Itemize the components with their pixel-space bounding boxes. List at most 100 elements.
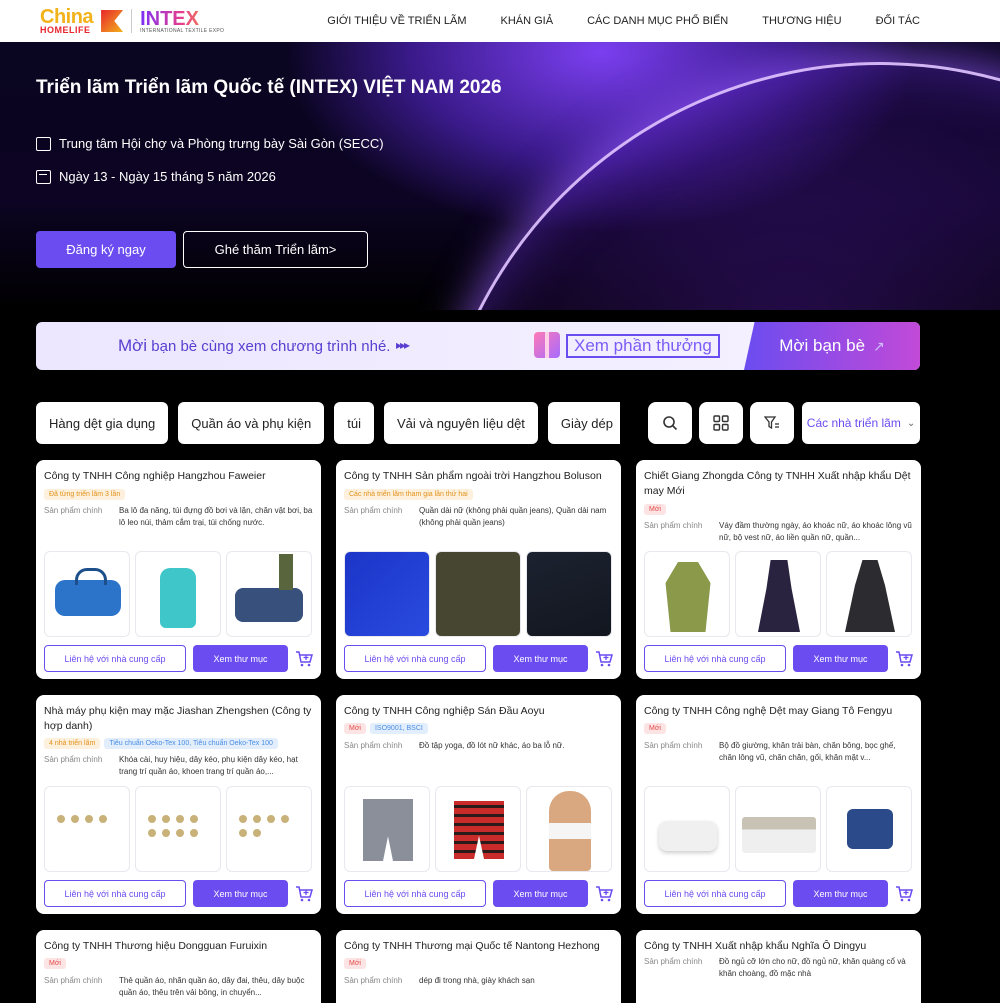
view-catalog-button[interactable]: Xem thư mục	[793, 645, 888, 672]
contact-supplier-button[interactable]: Liên hệ với nhà cung cấp	[644, 880, 786, 907]
certification-tag: ISO9001, BSCI	[369, 723, 428, 734]
filter-chip-shoes[interactable]: Giày dép	[547, 402, 620, 444]
event-date: Ngày 13 - Ngày 15 tháng 5 năm 2026	[59, 169, 276, 184]
view-catalog-button[interactable]: Xem thư mục	[493, 645, 588, 672]
add-to-cart-icon[interactable]	[595, 885, 613, 903]
filter-button[interactable]	[750, 402, 794, 444]
grid-view-icon	[713, 415, 729, 431]
product-image[interactable]	[735, 786, 821, 872]
view-catalog-button[interactable]: Xem thư mục	[793, 880, 888, 907]
view-catalog-button[interactable]: Xem thư mục	[493, 880, 588, 907]
product-image[interactable]	[135, 786, 221, 872]
event-venue: Trung tâm Hội chợ và Phòng trưng bày Sài…	[59, 136, 384, 151]
product-image[interactable]	[135, 551, 221, 637]
add-to-cart-icon[interactable]	[295, 885, 313, 903]
product-image[interactable]	[526, 551, 612, 637]
main-products-label: Sản phẩm chính	[44, 506, 103, 515]
supplier-card: Công ty TNHH Sản phẩm ngoài trời Hangzho…	[336, 460, 621, 679]
nav-categories[interactable]: CÁC DANH MỤC PHỔ BIẾN	[587, 15, 728, 27]
nav-about[interactable]: GIỚI THIỆU VỀ TRIỂN LÃM	[327, 15, 466, 27]
nav-visitors[interactable]: KHÁN GIẢ	[500, 15, 553, 27]
main-products-text: Bộ đồ giường, khăn trải bàn, chăn bông, …	[719, 741, 896, 762]
share-arrow-icon: ↗	[873, 337, 885, 354]
filter-chip-apparel[interactable]: Quần áo và phụ kiện	[178, 402, 325, 444]
filter-chip-fabrics[interactable]: Vải và nguyên liệu dệt	[383, 402, 538, 444]
supplier-name[interactable]: Công ty TNHH Thương hiệu Dongguan Furuix…	[44, 939, 313, 954]
add-to-cart-icon[interactable]	[895, 885, 913, 903]
view-catalog-button[interactable]: Xem thư mục	[193, 645, 288, 672]
logo-china-text: China	[40, 6, 94, 28]
filter-chip-home-textiles[interactable]: Hàng dệt gia dụng	[36, 402, 169, 444]
add-to-cart-icon[interactable]	[295, 650, 313, 668]
product-image[interactable]	[644, 786, 730, 872]
contact-supplier-button[interactable]: Liên hệ với nhà cung cấp	[344, 645, 486, 672]
product-thumbnails	[44, 551, 312, 637]
invite-friends-button[interactable]: Mời bạn bè ↗	[744, 322, 920, 370]
supplier-card: Nhà máy phụ kiện may mặc Jiashan Zhengsh…	[36, 695, 321, 914]
chevron-down-icon: ⌄	[906, 417, 916, 429]
add-to-cart-icon[interactable]	[595, 650, 613, 668]
contact-supplier-button[interactable]: Liên hệ với nhà cung cấp	[44, 645, 186, 672]
search-icon	[663, 416, 678, 431]
supplier-name[interactable]: Công ty TNHH Xuất nhập khẩu Nghĩa Ô Ding…	[644, 939, 913, 954]
supplier-name[interactable]: Công ty TNHH Công nghiệp Hangzhou Faweie…	[44, 469, 313, 484]
contact-supplier-button[interactable]: Liên hệ với nhà cung cấp	[644, 645, 786, 672]
supplier-tag: 4 nhà triển lãm	[44, 738, 101, 749]
exhibitor-type-dropdown[interactable]: Các nhà triển lãm ⌄	[802, 402, 920, 444]
event-venue-row: Trung tâm Hội chợ và Phòng trưng bày Sài…	[36, 136, 384, 151]
contact-supplier-button[interactable]: Liên hệ với nhà cung cấp	[44, 880, 186, 907]
main-products-label: Sản phẩm chính	[344, 506, 403, 515]
product-image[interactable]	[526, 786, 612, 872]
filter-chip-bags[interactable]: túi	[334, 402, 374, 444]
supplier-name[interactable]: Chiết Giang Zhongda Công ty TNHH Xuất nh…	[644, 469, 913, 499]
product-thumbnails	[344, 786, 612, 872]
product-image[interactable]	[826, 551, 912, 637]
supplier-card: Công ty TNHH Công nghiệp Hangzhou Faweie…	[36, 460, 321, 679]
product-image[interactable]	[435, 551, 521, 637]
supplier-name[interactable]: Nhà máy phụ kiện may mặc Jiashan Zhengsh…	[44, 704, 313, 734]
logo-divider	[131, 9, 133, 33]
main-products-text: Đồ tập yoga, đồ lót nữ khác, áo ba lỗ nữ…	[419, 741, 565, 750]
main-products-label: Sản phẩm chính	[344, 976, 403, 985]
supplier-name[interactable]: Công ty TNHH Thương mại Quốc tế Nantong …	[344, 939, 613, 954]
product-image[interactable]	[826, 786, 912, 872]
grid-view-button[interactable]	[699, 402, 743, 444]
event-date-row: Ngày 13 - Ngày 15 tháng 5 năm 2026	[36, 169, 276, 184]
logo-homelife-text: HOMELIFE	[40, 25, 91, 35]
view-catalog-button[interactable]: Xem thư mục	[193, 880, 288, 907]
main-nav: GIỚI THIỆU VỀ TRIỂN LÃM KHÁN GIẢ CÁC DAN…	[293, 0, 920, 42]
register-button[interactable]: Đăng ký ngay	[36, 231, 176, 268]
nav-brands[interactable]: THƯƠNG HIỆU	[762, 15, 841, 27]
product-thumbnails	[44, 786, 312, 872]
supplier-name[interactable]: Công ty TNHH Công nghệ Dệt may Giang Tô …	[644, 704, 913, 719]
product-image[interactable]	[226, 551, 312, 637]
product-image[interactable]	[44, 551, 130, 637]
product-image[interactable]	[435, 786, 521, 872]
product-image[interactable]	[344, 551, 430, 637]
supplier-tags: Mới	[44, 958, 66, 969]
product-image[interactable]	[226, 786, 312, 872]
visit-exhibition-button[interactable]: Ghé thăm Triển lãm>	[183, 231, 368, 268]
supplier-tag: Mới	[644, 504, 666, 515]
hero-banner: Triển lãm Triển lãm Quốc tế (INTEX) VIỆT…	[0, 42, 1000, 310]
supplier-name[interactable]: Công ty TNHH Sản phẩm ngoài trời Hangzho…	[344, 469, 613, 484]
search-button[interactable]	[648, 402, 692, 444]
product-image[interactable]	[44, 786, 130, 872]
product-image[interactable]	[344, 786, 430, 872]
invite-friends-banner[interactable]: Mời bạn bè cùng xem chương trình nhé. ▸▸…	[36, 322, 920, 370]
product-image[interactable]	[735, 551, 821, 637]
product-image[interactable]	[644, 551, 730, 637]
view-reward-button[interactable]: Xem phần thưởng	[566, 334, 720, 358]
site-logo[interactable]: China HOMELIFE INTEX INTERNATIONAL TEXTI…	[40, 4, 224, 38]
main-products-label: Sản phẩm chính	[644, 741, 703, 750]
main-products-text: dép đi trong nhà, giày khách sạn	[419, 976, 535, 985]
supplier-name[interactable]: Công ty TNHH Công nghiệp Sán Đầu Aoyu	[344, 704, 613, 719]
contact-supplier-button[interactable]: Liên hệ với nhà cung cấp	[344, 880, 486, 907]
supplier-card: Công ty TNHH Công nghiệp Sán Đầu Aoyu Mớ…	[336, 695, 621, 914]
category-filter-bar: Hàng dệt gia dụng Quần áo và phụ kiện tú…	[36, 402, 620, 444]
add-to-cart-icon[interactable]	[895, 650, 913, 668]
nav-partners[interactable]: ĐỐI TÁC	[876, 15, 920, 27]
logo-intex-subtitle: INTERNATIONAL TEXTILE EXPO	[140, 27, 225, 34]
supplier-tag: Mới	[644, 723, 666, 734]
building-icon	[36, 136, 51, 151]
